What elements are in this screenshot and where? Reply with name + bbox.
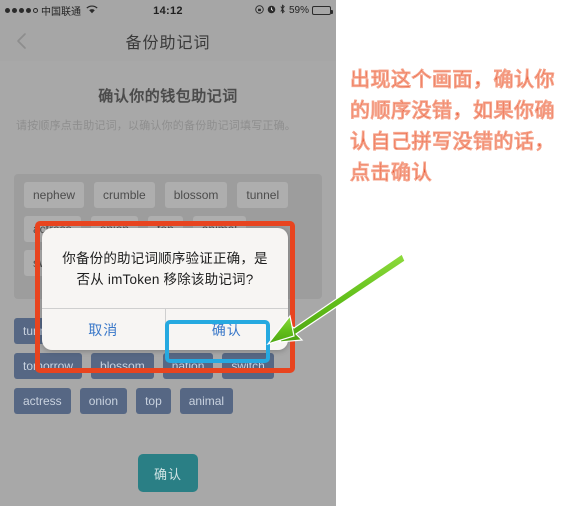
status-bar-left: 中国联通: [0, 3, 125, 18]
status-bar: 中国联通 14:12 59%: [0, 0, 336, 21]
clock-label: 14:12: [153, 4, 183, 17]
pool-word-chip[interactable]: nation: [162, 353, 214, 379]
pool-word-chip[interactable]: animal: [179, 388, 234, 414]
dialog-cancel-button[interactable]: 取消: [42, 309, 165, 350]
rotation-lock-icon: [255, 4, 264, 17]
battery-percent-label: 59%: [288, 5, 309, 16]
answer-word-chip[interactable]: blossom: [164, 182, 228, 208]
annotation-text: 出现这个画面，确认你的顺序没错，如果你确认自己拼写没错的话，点击确认: [350, 69, 555, 184]
pool-row: tomorrow blossom nation switch: [14, 353, 322, 379]
answer-word-chip[interactable]: crumble: [94, 182, 155, 208]
content-subtext: 请按顺序点击助记词，以确认你的备份助记词填写正确。: [16, 120, 296, 132]
answer-word-chip[interactable]: nephew: [24, 182, 85, 208]
nav-bar: 备份助记词: [0, 21, 336, 61]
content-heading: 确认你的钱包助记词: [98, 88, 238, 105]
pool-word-chip[interactable]: tomorrow: [14, 353, 83, 379]
answer-row: nephew crumble blossom tunnel: [14, 174, 322, 208]
pool-word-chip[interactable]: blossom: [91, 353, 154, 379]
dialog-confirm-button[interactable]: 确认: [166, 309, 289, 350]
page-title: 备份助记词: [125, 35, 211, 52]
wifi-icon: [86, 5, 98, 17]
screenshot-root: 中国联通 14:12 59% 备份助记词 确认你的钱包助记词 请按顺序点击助记词…: [0, 0, 570, 506]
pool-word-chip[interactable]: switch: [222, 353, 274, 379]
page-confirm-button[interactable]: 确认: [138, 454, 198, 492]
answer-word-chip[interactable]: tunnel: [237, 182, 289, 208]
confirmation-dialog: 你备份的助记词顺序验证正确，是否从 imToken 移除该助记词? 取消 确认: [42, 228, 288, 350]
bluetooth-icon: [279, 4, 286, 17]
annotation-panel: 出现这个画面，确认你的顺序没错，如果你确认自己拼写没错的话，点击确认: [336, 0, 570, 506]
pool-word-chip[interactable]: onion: [79, 388, 128, 414]
phone-screenshot: 中国联通 14:12 59% 备份助记词 确认你的钱包助记词 请按顺序点击助记词…: [0, 0, 336, 506]
dialog-actions: 取消 确认: [42, 309, 288, 350]
carrier-label: 中国联通: [41, 7, 81, 18]
battery-icon: [312, 6, 333, 15]
alarm-clock-icon: [267, 5, 276, 17]
pool-row: actress onion top animal: [14, 388, 322, 414]
pool-word-chip[interactable]: top: [136, 388, 171, 414]
status-bar-right: 59%: [211, 4, 336, 17]
dialog-message: 你备份的助记词顺序验证正确，是否从 imToken 移除该助记词?: [62, 251, 268, 287]
signal-strength-icon: [5, 8, 38, 13]
pool-word-chip[interactable]: actress: [14, 388, 71, 414]
